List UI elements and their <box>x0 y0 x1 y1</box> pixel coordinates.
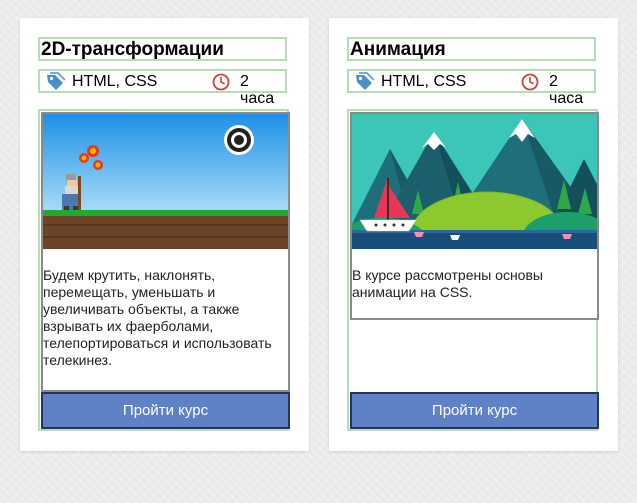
course-banner-image <box>352 114 597 249</box>
course-card: 2D-трансформации HTML, CSS 2 часа Будем … <box>20 18 309 451</box>
tag-icon <box>356 72 374 90</box>
start-course-button[interactable]: Пройти курс <box>41 392 290 429</box>
course-card: Анимация HTML, CSS 2 часа В курсе рассмо… <box>329 18 618 451</box>
course-description: В курсе рассмотрены основы анимации на C… <box>352 267 543 300</box>
course-meta: HTML, CSS 2 часа <box>38 69 287 107</box>
course-body: Будем крутить, наклонять, перемещать, ум… <box>38 109 290 431</box>
course-duration: 2 часа <box>240 73 275 107</box>
clock-icon <box>521 73 539 91</box>
clock-icon <box>212 73 230 91</box>
course-technologies: HTML, CSS <box>381 73 467 90</box>
course-title[interactable]: Анимация <box>347 37 596 61</box>
start-course-button[interactable]: Пройти курс <box>350 392 599 429</box>
course-technologies: HTML, CSS <box>72 73 158 90</box>
course-description: Будем крутить, наклонять, перемещать, ум… <box>43 267 272 368</box>
course-content: Будем крутить, наклонять, перемещать, ум… <box>41 112 290 392</box>
course-content: В курсе рассмотрены основы анимации на C… <box>350 112 599 320</box>
course-body: В курсе рассмотрены основы анимации на C… <box>347 109 599 431</box>
course-duration: 2 часа <box>549 73 584 107</box>
course-title[interactable]: 2D-трансформации <box>38 37 287 61</box>
tag-icon <box>47 72 65 90</box>
course-banner-image <box>43 114 288 249</box>
course-meta: HTML, CSS 2 часа <box>347 69 596 107</box>
